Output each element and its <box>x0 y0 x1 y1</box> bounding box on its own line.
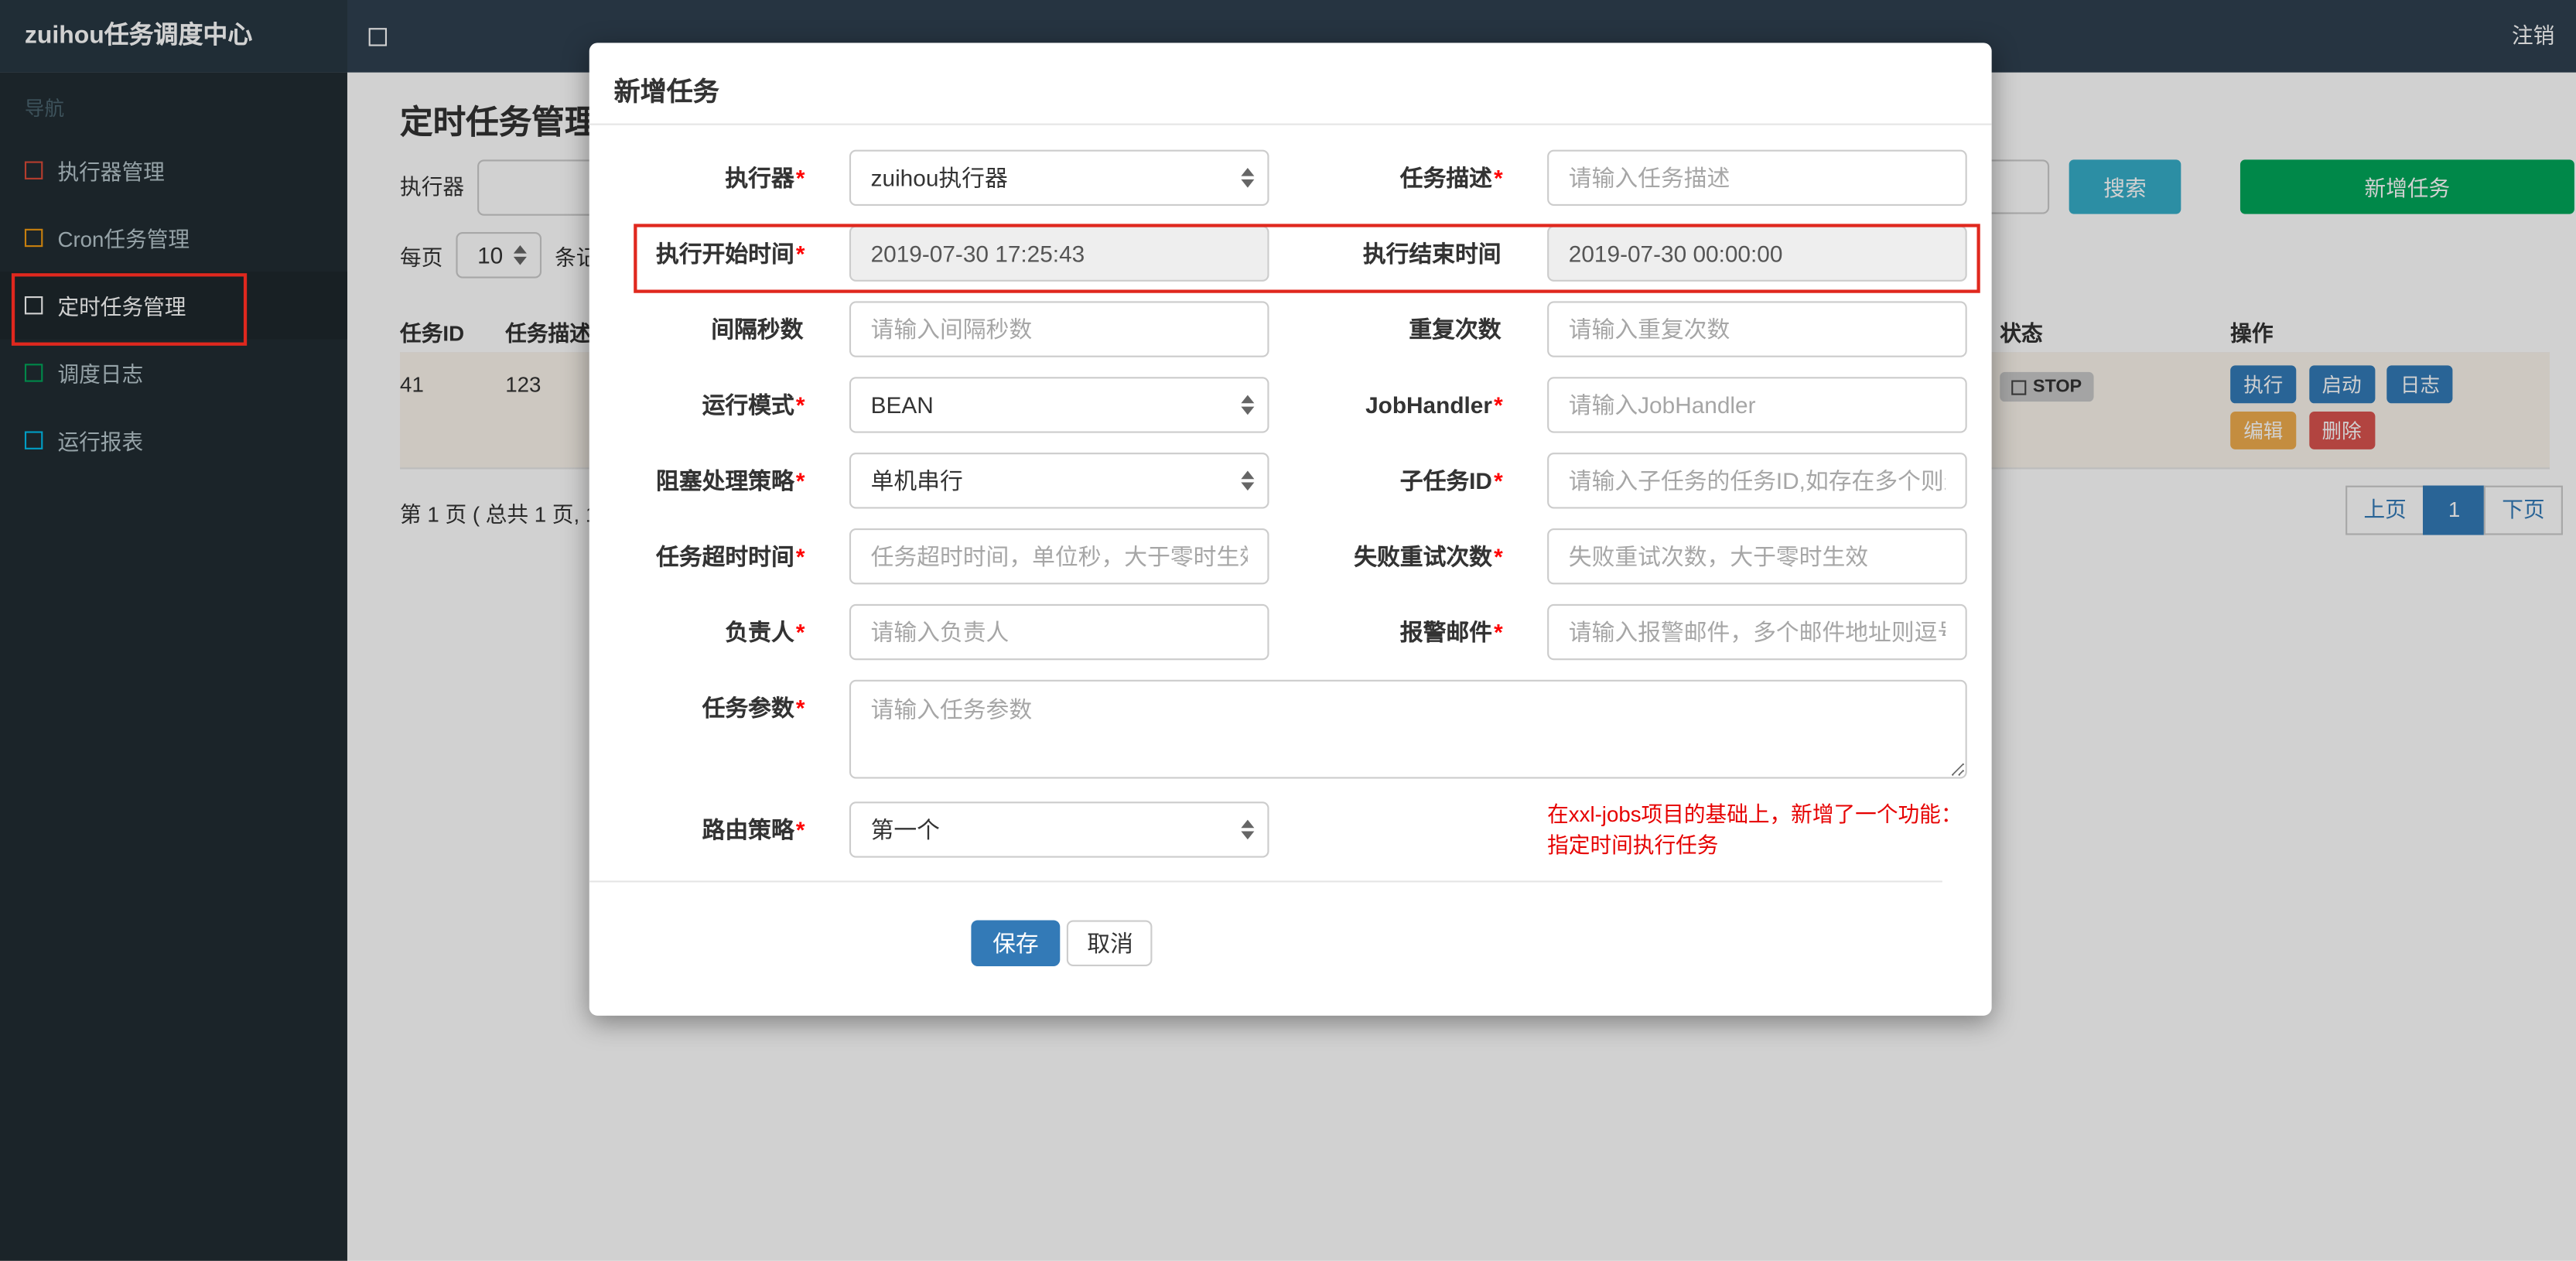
alarm-email-label: 报警邮件 * <box>1399 619 1503 646</box>
end-time-input[interactable] <box>1547 225 1967 282</box>
form-row-interval: 间隔秒数 重复次数 <box>589 301 1967 357</box>
route-strategy-select[interactable]: 第一个 <box>849 801 1269 858</box>
feature-note-line2: 指定时间执行任务 <box>1547 832 1719 858</box>
modal-body: 执行器* zuihou执行器 任务描述* 执行开始时间* 执行结束时间 间隔秒数 <box>589 125 1992 883</box>
form-row-executor: 执行器 * zuihou执行器 任务描述 * <box>589 149 1967 206</box>
repeat-count-label: 重复次数 <box>1409 316 1502 343</box>
select-arrows-icon <box>1241 470 1255 491</box>
end-time-label: 执行结束时间 <box>1362 240 1502 267</box>
form-row-glue: 运行模式 * BEAN JobHandler * <box>589 377 1967 433</box>
job-desc-input[interactable] <box>1547 149 1967 206</box>
cancel-button[interactable]: 取消 <box>1067 920 1153 967</box>
add-task-modal: 新增任务 执行器* zuihou执行器 任务描述* 执行开始时间* 执行结束时间 <box>589 43 1992 1016</box>
modal-footer: 保存 取消 <box>589 883 1992 1016</box>
author-input[interactable] <box>849 603 1269 661</box>
executor-label: 执行器 * <box>725 164 805 191</box>
job-desc-label: 任务描述 * <box>1399 164 1503 191</box>
fail-retry-label: 失败重试次数 * <box>1354 543 1503 570</box>
job-handler-input[interactable] <box>1547 377 1967 433</box>
timeout-input[interactable] <box>849 528 1269 585</box>
save-button[interactable]: 保存 <box>971 920 1061 967</box>
start-time-label: 执行开始时间 * <box>656 240 805 267</box>
route-strategy-label: 路由策略 * <box>702 816 805 843</box>
block-strategy-select[interactable]: 单机串行 <box>849 453 1269 509</box>
interval-label: 间隔秒数 <box>711 316 804 343</box>
form-row-author: 负责人* 报警邮件* <box>589 603 1967 661</box>
form-row-time: 执行开始时间* 执行结束时间 <box>589 225 1967 282</box>
job-param-label: 任务参数 * <box>702 694 805 721</box>
glue-type-label: 运行模式 * <box>702 391 805 419</box>
modal-header: 新增任务 <box>589 43 1992 125</box>
select-arrows-icon <box>1241 168 1255 188</box>
child-jobid-label: 子任务ID * <box>1399 467 1503 494</box>
form-row-route: 路由策略 * 第一个 在xxl-jobs项目的基础上，新增了一个功能： 指定时间执… <box>589 798 1967 861</box>
form-row-timeout: 任务超时时间* 失败重试次数* <box>589 528 1967 585</box>
alarm-email-input[interactable] <box>1547 603 1967 661</box>
executor-select[interactable]: zuihou执行器 <box>849 149 1269 206</box>
form-row-job-param: 任务参数 * <box>589 679 1967 779</box>
timeout-label: 任务超时时间 * <box>656 543 805 570</box>
form-row-block: 阻塞处理策略 * 单机串行 子任务ID * <box>589 453 1967 509</box>
feature-note-line1: 在xxl-jobs项目的基础上，新增了一个功能： <box>1547 801 1963 827</box>
start-time-input[interactable] <box>849 225 1269 282</box>
select-arrows-icon <box>1241 395 1255 415</box>
job-handler-label: JobHandler * <box>1365 391 1503 419</box>
select-arrows-icon <box>1241 819 1255 840</box>
modal-title: 新增任务 <box>613 79 719 108</box>
repeat-count-input[interactable] <box>1547 301 1967 357</box>
screen: zuihou任务调度中心 注销 导航 执行器管理 Cron任务管理 定时任务管理… <box>0 0 2576 1261</box>
block-strategy-label: 阻塞处理策略 * <box>656 467 805 494</box>
interval-input[interactable] <box>849 301 1269 357</box>
fail-retry-input[interactable] <box>1547 528 1967 585</box>
job-param-textarea[interactable] <box>849 679 1967 779</box>
child-jobid-input[interactable] <box>1547 453 1967 509</box>
glue-type-select[interactable]: BEAN <box>849 377 1269 433</box>
feature-note: 在xxl-jobs项目的基础上，新增了一个功能： 指定时间执行任务 <box>1547 798 1962 861</box>
author-label: 负责人 * <box>725 619 805 646</box>
